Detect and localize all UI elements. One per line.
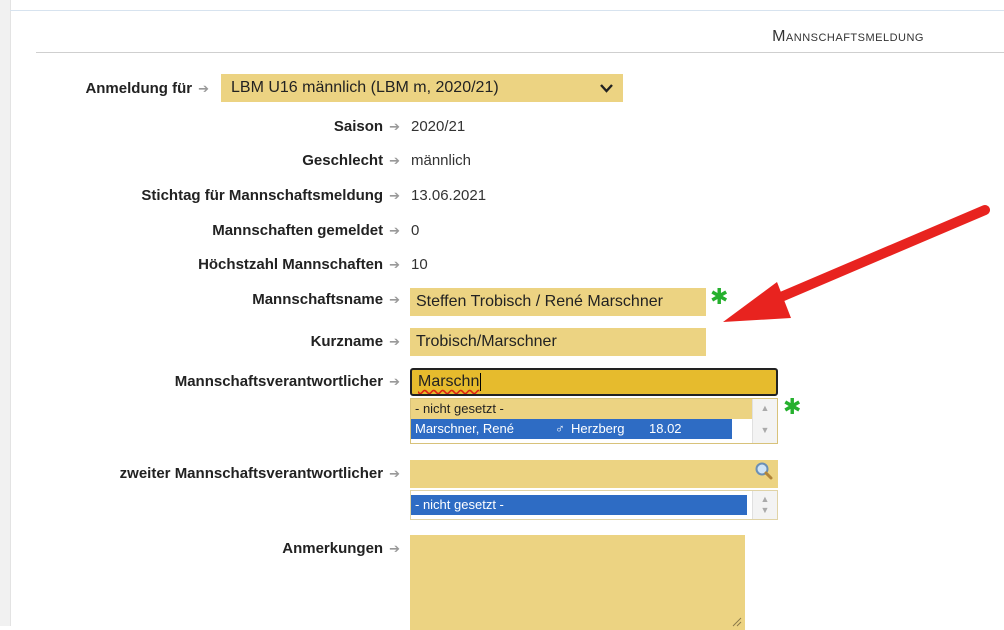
magnifier-icon[interactable] [754,461,774,481]
kurzname-label-text: Kurzname [310,333,384,350]
top-divider [10,10,1004,11]
text-caret [480,373,482,391]
anmeldung-label: Anmeldung für ➔ [85,80,209,97]
geschlecht-value: männlich [411,152,472,169]
required-star-icon: ✱ [783,394,802,419]
zweiter-label: zweiter Mannschaftsverantwortlicher ➔ [120,465,400,482]
hoechstzahl-value: 10 [411,256,428,273]
geschlecht-label: Geschlecht ➔ [302,152,400,169]
annotation-arrow-icon [723,205,990,322]
stichtag-value: 13.06.2021 [411,187,487,204]
kurzname-label: Kurzname ➔ [311,333,400,350]
label-arrow-icon: ➔ [389,257,400,272]
label-arrow-icon: ➔ [389,374,400,389]
anmerkungen-textarea[interactable] [410,535,745,630]
mannschaftsname-input[interactable]: Steffen Trobisch / René Marschner [410,288,706,316]
verantwortlicher-listbox[interactable]: - nicht gesetzt - Marschner, René ♂ Herz… [410,398,778,444]
mannschaftsname-label: Mannschaftsname ➔ [252,291,400,308]
listbox-scrollbar[interactable]: ▲ ▼ [752,491,777,519]
label-arrow-icon: ➔ [389,292,400,307]
label-arrow-icon: ➔ [389,334,400,349]
kurzname-input-value: Trobisch/Marschner [416,333,557,350]
label-arrow-icon: ➔ [389,223,400,238]
anmerkungen-label-text: Anmerkungen [282,540,384,557]
anmeldung-select[interactable]: LBM U16 männlich (LBM m, 2020/21) [221,74,623,102]
dropdown-chevron-icon [600,81,613,96]
label-arrow-icon: ➔ [389,119,400,134]
zweiter-listbox[interactable]: - nicht gesetzt - ▲ ▼ [410,490,778,520]
zweiter-search-input[interactable] [410,460,778,488]
label-arrow-icon: ➔ [389,466,400,481]
label-arrow-icon: ➔ [198,81,209,96]
stichtag-label-text: Stichtag für Mannschaftsmeldung [141,187,384,204]
kurzname-input[interactable]: Trobisch/Marschner [410,328,706,356]
scroll-up-icon[interactable]: ▲ [753,403,777,413]
option-gender-icon: ♂ [555,421,565,436]
list-option[interactable]: - nicht gesetzt - [411,399,752,419]
label-arrow-icon: ➔ [389,188,400,203]
anmeldung-selected-value: LBM U16 männlich (LBM m, 2020/21) [231,79,499,96]
scroll-up-icon[interactable]: ▲ [753,494,777,504]
anmeldung-label-text: Anmeldung für [85,80,193,97]
gemeldet-label-text: Mannschaften gemeldet [212,222,384,239]
saison-value: 2020/21 [411,118,466,135]
geschlecht-label-text: Geschlecht [302,152,384,169]
label-arrow-icon: ➔ [389,541,400,556]
zweiter-label-text: zweiter Mannschaftsverantwortlicher [119,465,384,482]
gemeldet-value: 0 [411,222,420,239]
verantwortlicher-label: Mannschaftsverantwortlicher ➔ [175,373,400,390]
verantwortlicher-label-text: Mannschaftsverantwortlicher [174,373,384,390]
anmerkungen-label: Anmerkungen ➔ [282,540,400,557]
page-header: Mannschaftsmeldung [36,18,1004,53]
option-place: Herzberg [571,421,625,436]
listbox-scrollbar[interactable]: ▲ ▼ [752,399,777,443]
hoechstzahl-label-text: Höchstzahl Mannschaften [198,256,384,273]
saison-label-text: Saison [333,118,384,135]
scroll-down-icon[interactable]: ▼ [753,425,777,435]
stichtag-label: Stichtag für Mannschaftsmeldung ➔ [141,187,400,204]
label-arrow-icon: ➔ [389,153,400,168]
left-frame-edge [0,0,11,626]
verantwortlicher-search-value: Marschn [418,373,480,390]
scroll-down-icon[interactable]: ▼ [753,505,777,515]
hoechstzahl-label: Höchstzahl Mannschaften ➔ [198,256,400,273]
saison-label: Saison ➔ [334,118,400,135]
mannschaftsname-input-value: Steffen Trobisch / René Marschner [416,293,663,310]
page-title: Mannschaftsmeldung [772,28,924,45]
list-option-selected[interactable]: - nicht gesetzt - [411,495,747,515]
option-date: 18.02 [649,421,682,436]
mannschaftsname-label-text: Mannschaftsname [252,291,384,308]
option-name: Marschner, René [415,421,514,436]
gemeldet-label: Mannschaften gemeldet ➔ [212,222,400,239]
verantwortlicher-search-input[interactable]: Marschn [410,368,778,396]
list-option-selected[interactable]: Marschner, René ♂ Herzberg 18.02 [411,419,732,439]
